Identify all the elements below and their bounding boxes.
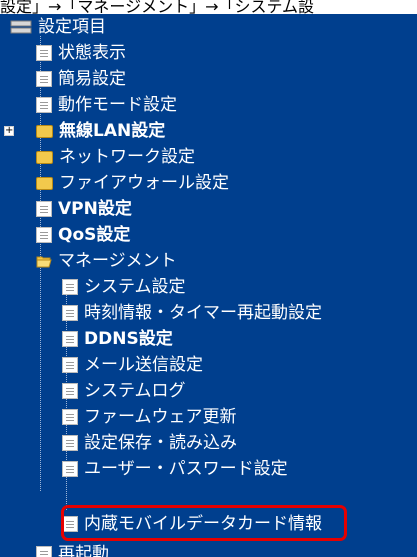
tree-item-label: 動作モード設定 xyxy=(58,95,177,115)
document-icon xyxy=(36,45,52,61)
tree-item-user-password[interactable]: ユーザー・パスワード設定 xyxy=(62,456,288,482)
tree-item-label: マネージメント xyxy=(58,251,177,271)
tree-item-label: 簡易設定 xyxy=(58,69,126,89)
tree-item-label: 状態表示 xyxy=(58,43,126,63)
tree-item-label: 時刻情報・タイマー再起動設定 xyxy=(84,303,322,323)
document-icon xyxy=(62,461,78,477)
document-icon xyxy=(62,383,78,399)
document-icon xyxy=(62,435,78,451)
tree-item-mail[interactable]: メール送信設定 xyxy=(62,352,203,378)
tree-item-easy-setup[interactable]: 簡易設定 xyxy=(36,66,126,92)
tree-item-label: メール送信設定 xyxy=(84,355,203,375)
tree-item-wireless-lan[interactable]: 無線LAN設定 xyxy=(36,118,165,144)
document-icon xyxy=(62,279,78,295)
tree-item-label: ファームウェア更新 xyxy=(84,407,237,427)
tree-root-label: 設定項目 xyxy=(38,17,106,37)
document-icon xyxy=(62,409,78,425)
tree-item-network[interactable]: ネットワーク設定 xyxy=(36,144,195,170)
top-text: 設定」→「マネージメント」→「システム設 xyxy=(0,0,315,14)
expand-toggle[interactable]: + xyxy=(4,126,14,136)
top-instruction-text: 設定」→「マネージメント」→「システム設 xyxy=(0,0,417,14)
tree-item-label: ファイアウォール設定 xyxy=(59,173,229,193)
document-icon xyxy=(36,201,52,217)
tree-item-operation-mode[interactable]: 動作モード設定 xyxy=(36,92,177,118)
tree-root-item[interactable]: 設定項目 xyxy=(10,14,106,40)
tree-item-label: DDNS設定 xyxy=(84,329,173,349)
tree-item-status[interactable]: 状態表示 xyxy=(36,40,126,66)
tree-item-label: 無線LAN設定 xyxy=(59,121,166,141)
tree-item-label: ネットワーク設定 xyxy=(59,147,195,167)
document-icon xyxy=(36,227,52,243)
tree-item-ddns[interactable]: DDNS設定 xyxy=(62,326,173,352)
highlight-box xyxy=(61,505,347,541)
open-folder-icon xyxy=(36,256,52,268)
document-icon xyxy=(62,331,78,347)
folder-icon xyxy=(36,176,53,190)
settings-tree-panel: 設定」→「マネージメント」→「システム設 設定項目 状態表示 簡易設定 動作モー… xyxy=(0,0,417,557)
tree-item-system-settings[interactable]: システム設定 xyxy=(62,274,186,300)
document-icon xyxy=(62,305,78,321)
tree-item-label: 設定保存・読み込み xyxy=(84,433,237,453)
tree-item-time-timer-reboot[interactable]: 時刻情報・タイマー再起動設定 xyxy=(62,300,322,326)
tree-item-reboot[interactable]: 再起動 xyxy=(36,541,109,557)
tree-item-label: システムログ xyxy=(84,381,186,401)
document-icon xyxy=(36,97,52,113)
tree-item-label: QoS設定 xyxy=(58,225,131,245)
document-icon xyxy=(36,546,52,557)
tree-item-management[interactable]: マネージメント xyxy=(36,248,177,274)
tree-item-vpn[interactable]: VPN設定 xyxy=(36,196,132,222)
tree-item-label: VPN設定 xyxy=(58,199,132,219)
tree-item-system-log[interactable]: システムログ xyxy=(62,378,186,404)
document-icon xyxy=(62,357,78,373)
folder-icon xyxy=(36,150,53,164)
tree-item-label: 再起動 xyxy=(58,544,109,557)
tree-item-save-load[interactable]: 設定保存・読み込み xyxy=(62,430,237,456)
network-root-icon xyxy=(10,20,32,34)
tree-item-label: ユーザー・パスワード設定 xyxy=(84,459,288,479)
document-icon xyxy=(36,71,52,87)
folder-icon xyxy=(36,124,53,138)
tree-item-qos[interactable]: QoS設定 xyxy=(36,222,130,248)
tree-item-label: システム設定 xyxy=(84,277,186,297)
tree-item-firewall[interactable]: ファイアウォール設定 xyxy=(36,170,229,196)
tree-item-firmware[interactable]: ファームウェア更新 xyxy=(62,404,237,430)
